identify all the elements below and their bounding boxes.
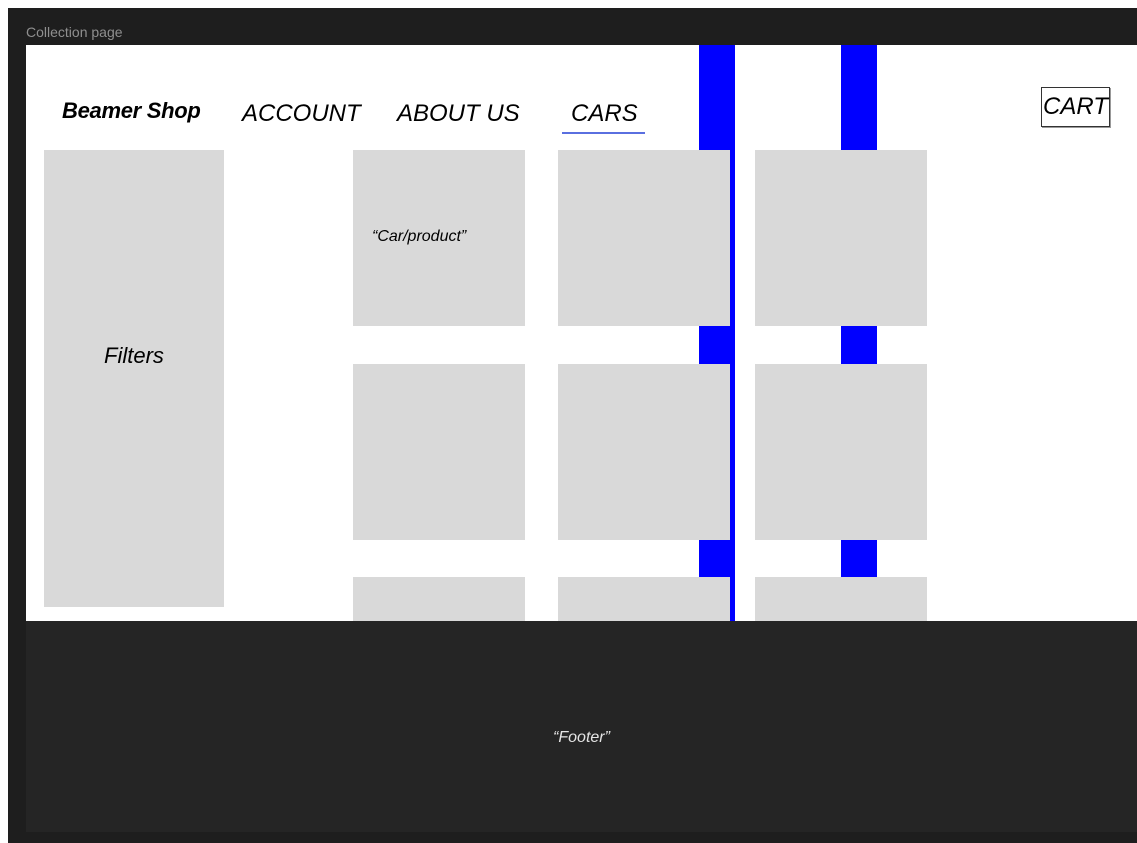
product-card[interactable] [558,150,730,326]
layout-grid-column [841,326,877,364]
layout-grid-line [730,150,735,621]
product-card[interactable] [353,364,525,540]
collection-page-frame: Beamer Shop ACCOUNT ABOUT US CARS CART F… [26,45,1137,621]
cart-button[interactable]: CART [1041,87,1110,127]
nav-about-us[interactable]: ABOUT US [397,100,520,128]
layout-grid-column [841,45,877,150]
active-nav-underline [562,132,645,134]
product-card[interactable] [755,364,927,540]
product-card[interactable] [558,577,730,621]
product-card[interactable] [353,577,525,621]
filters-panel[interactable]: Filters [44,150,224,607]
product-card[interactable] [755,577,927,621]
frame-label[interactable]: Collection page [26,24,123,40]
product-card[interactable] [558,364,730,540]
layout-grid-column [699,45,735,150]
layout-grid-column [841,540,877,577]
nav-account[interactable]: ACCOUNT [242,100,361,128]
product-card[interactable]: “Car/product” [353,150,525,326]
filters-label: Filters [104,343,164,368]
footer: “Footer” [26,621,1137,832]
nav-cars[interactable]: CARS [571,100,638,128]
shop-logo[interactable]: Beamer Shop [62,98,201,124]
footer-label: “Footer” [553,729,610,746]
product-label: “Car/product” [372,228,467,245]
product-card[interactable] [755,150,927,326]
